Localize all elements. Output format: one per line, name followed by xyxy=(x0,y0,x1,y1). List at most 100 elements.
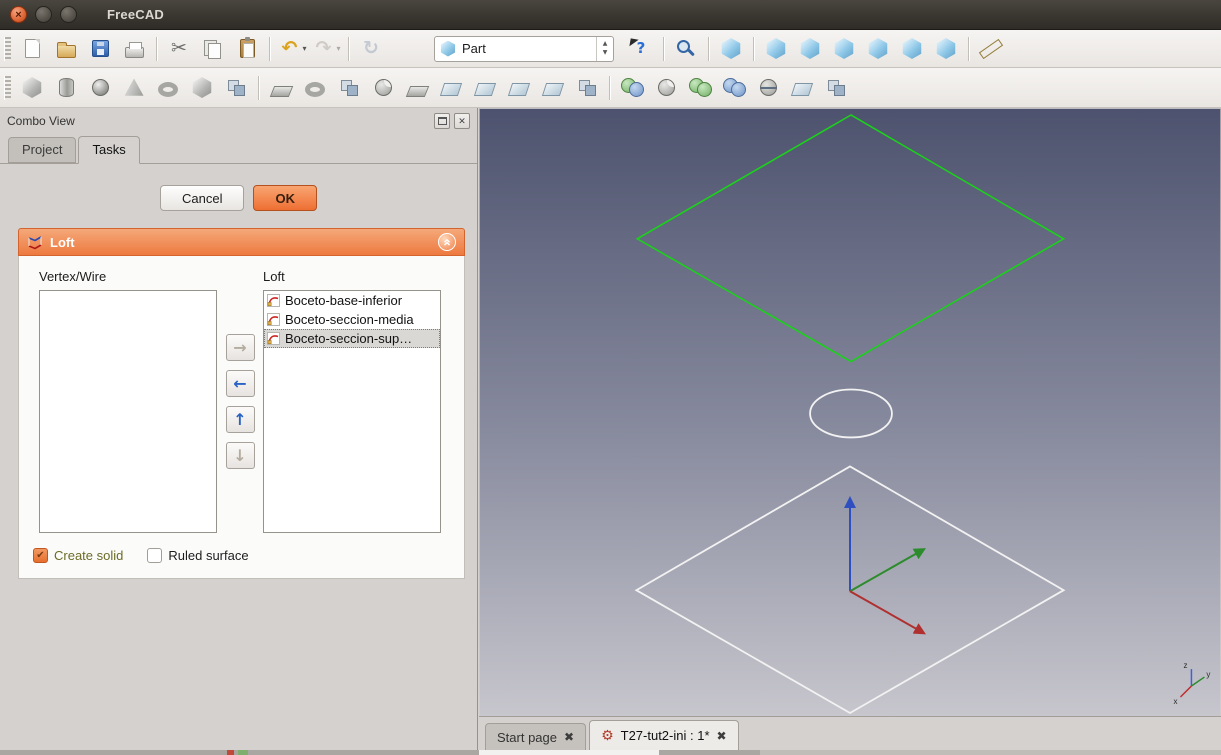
part-extrude-icon xyxy=(269,86,292,97)
tab-start-page[interactable]: Start page ✖ xyxy=(485,723,586,750)
window-maximize-button[interactable] xyxy=(60,6,77,23)
move-left-button[interactable]: ← xyxy=(226,370,255,397)
view-bottom-button[interactable] xyxy=(895,34,929,64)
part-ruled-surface-button[interactable] xyxy=(468,73,502,103)
part-loft-icon xyxy=(508,83,530,96)
window-minimize-button[interactable] xyxy=(35,6,52,23)
workbench-spinner[interactable]: ▲ ▼ xyxy=(596,37,613,61)
cut-button[interactable]: ✂ xyxy=(162,34,196,64)
part-fillet-button[interactable] xyxy=(366,73,400,103)
redo-dropdown-arrow[interactable]: ▾ xyxy=(336,44,340,53)
view-front-button[interactable] xyxy=(759,34,793,64)
ruled-surface-checkbox[interactable]: Ruled surface xyxy=(147,548,248,563)
fit-all-button[interactable] xyxy=(669,34,703,64)
undo-dropdown-arrow[interactable]: ▾ xyxy=(302,44,306,53)
toolbar-grip-handle[interactable] xyxy=(4,37,11,61)
checkbox-unchecked-icon xyxy=(147,548,162,563)
part-toolbar-group xyxy=(15,73,853,103)
tab-document-t27[interactable]: ⚙ T27-tut2-ini : 1* ✖ xyxy=(589,720,739,750)
paste-button[interactable] xyxy=(230,34,264,64)
view-top-button[interactable] xyxy=(793,34,827,64)
part-cut-button[interactable] xyxy=(649,73,683,103)
titlebar: × FreeCAD xyxy=(0,0,1221,30)
open-document-button[interactable] xyxy=(49,34,83,64)
refresh-button[interactable]: ↻ xyxy=(354,34,388,64)
window-close-button[interactable]: × xyxy=(10,6,27,23)
redo-button[interactable]: ↷▾ xyxy=(309,34,343,64)
loft-section-header[interactable]: Loft xyxy=(18,228,465,256)
part-sphere-icon xyxy=(92,79,109,96)
move-down-button[interactable]: ↓ xyxy=(226,442,255,469)
part-revolve-button[interactable] xyxy=(298,73,332,103)
part-extrude-button[interactable] xyxy=(264,73,298,103)
part-cross-sections-button[interactable] xyxy=(785,73,819,103)
part-ruled-surface-icon xyxy=(474,83,496,96)
workbench-part-icon xyxy=(440,41,456,57)
background-window-sliver xyxy=(479,750,659,755)
window-title: FreeCAD xyxy=(107,7,164,22)
whats-this-button[interactable]: ? xyxy=(624,34,658,64)
loft-list[interactable]: Boceto-base-inferiorBoceto-seccion-media… xyxy=(263,290,441,533)
task-dialog-buttons: Cancel OK xyxy=(0,185,477,211)
view-front-icon xyxy=(766,38,787,59)
tab-tasks[interactable]: Tasks xyxy=(78,136,139,164)
undo-button[interactable]: ↶▾ xyxy=(275,34,309,64)
view-right-button[interactable] xyxy=(827,34,861,64)
part-cone-button[interactable] xyxy=(117,73,151,103)
move-up-button[interactable]: ↑ xyxy=(226,406,255,433)
part-boolean-button[interactable] xyxy=(615,73,649,103)
measure-distance-button[interactable] xyxy=(974,34,1008,64)
create-solid-checkbox[interactable]: ✔ Create solid xyxy=(33,548,123,563)
part-torus-button[interactable] xyxy=(151,73,185,103)
print-button[interactable] xyxy=(117,34,151,64)
part-cylinder-button[interactable] xyxy=(49,73,83,103)
cancel-button[interactable]: Cancel xyxy=(160,185,244,211)
close-tab-icon[interactable]: ✖ xyxy=(564,730,574,744)
part-loft-button[interactable] xyxy=(502,73,536,103)
combo-view-panel: Combo View ✕ Project Tasks Cancel OK Lof… xyxy=(0,108,478,755)
part-sphere-button[interactable] xyxy=(83,73,117,103)
part-make-face-button[interactable] xyxy=(434,73,468,103)
move-left-icon: ← xyxy=(233,374,246,393)
part-offset-button[interactable] xyxy=(570,73,604,103)
part-union-button[interactable] xyxy=(683,73,717,103)
loft-list-item[interactable]: Boceto-base-inferior xyxy=(264,291,440,310)
part-compound-button[interactable] xyxy=(819,73,853,103)
view-axonometric-icon xyxy=(721,38,742,59)
view-left-button[interactable] xyxy=(929,34,963,64)
3d-viewport[interactable]: z y x xyxy=(479,108,1221,716)
part-section-button[interactable] xyxy=(751,73,785,103)
copy-button[interactable] xyxy=(196,34,230,64)
spinner-up-icon[interactable]: ▲ xyxy=(603,40,608,48)
collapse-section-icon[interactable] xyxy=(438,233,456,251)
loft-list-item[interactable]: Boceto-seccion-sup… xyxy=(264,329,440,348)
part-mirror-button[interactable] xyxy=(332,73,366,103)
view-axonometric-button[interactable] xyxy=(714,34,748,64)
part-chamfer-button[interactable] xyxy=(400,73,434,103)
part-sweep-button[interactable] xyxy=(536,73,570,103)
toolbar-grip-handle[interactable] xyxy=(4,76,11,100)
save-document-icon xyxy=(92,40,109,57)
new-document-button[interactable] xyxy=(15,34,49,64)
loft-list-item[interactable]: Boceto-seccion-media xyxy=(264,310,440,329)
view-rear-button[interactable] xyxy=(861,34,895,64)
panel-close-icon[interactable]: ✕ xyxy=(454,113,470,129)
ok-button[interactable]: OK xyxy=(253,185,317,211)
panel-float-icon[interactable] xyxy=(434,113,450,129)
spinner-down-icon[interactable]: ▼ xyxy=(603,49,608,57)
close-tab-icon[interactable]: ✖ xyxy=(717,729,727,743)
part-revolve-icon xyxy=(305,82,325,97)
tab-project[interactable]: Project xyxy=(8,137,76,163)
part-primitives-button[interactable] xyxy=(185,73,219,103)
checkbox-checked-icon: ✔ xyxy=(33,548,48,563)
move-right-button[interactable]: → xyxy=(226,334,255,361)
loft-section-body: Vertex/Wire Loft →←↑↓ Boceto-base-inferi… xyxy=(18,256,465,579)
vertex-wire-list[interactable] xyxy=(39,290,217,533)
part-common-button[interactable] xyxy=(717,73,751,103)
part-box-button[interactable] xyxy=(15,73,49,103)
workbench-selector[interactable]: Part ▲ ▼ xyxy=(434,36,614,62)
move-arrows-column: → ← ↑ ↓ xyxy=(217,290,263,533)
cut-icon: ✂ xyxy=(167,37,191,61)
part-shape-builder-button[interactable] xyxy=(219,73,253,103)
save-document-button[interactable] xyxy=(83,34,117,64)
